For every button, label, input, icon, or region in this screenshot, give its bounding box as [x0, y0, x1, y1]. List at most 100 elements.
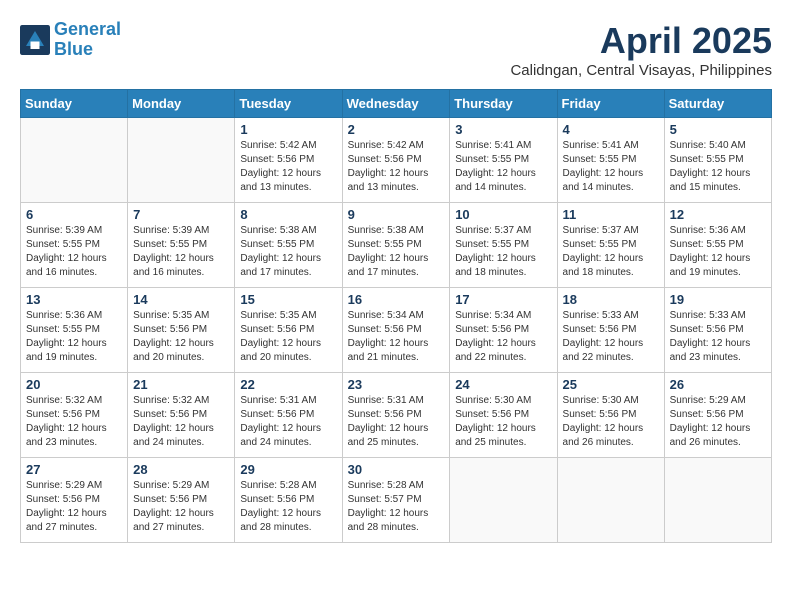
logo-icon	[20, 25, 50, 55]
logo-text: General Blue	[54, 20, 121, 60]
cell-info: Sunrise: 5:35 AMSunset: 5:56 PMDaylight:…	[133, 309, 229, 365]
day-number: 8	[240, 207, 336, 222]
logo-line2: Blue	[54, 39, 93, 59]
cell-info: Sunrise: 5:38 AMSunset: 5:55 PMDaylight:…	[348, 224, 445, 280]
day-number: 6	[26, 207, 122, 222]
cell-info: Sunrise: 5:33 AMSunset: 5:56 PMDaylight:…	[563, 309, 659, 365]
calendar-week-row: 27Sunrise: 5:29 AMSunset: 5:56 PMDayligh…	[21, 458, 772, 543]
calendar-cell: 17 Sunrise: 5:34 AMSunset: 5:56 PMDayligh…	[450, 288, 557, 373]
day-number: 5	[670, 122, 766, 137]
calendar-cell: 19 Sunrise: 5:33 AMSunset: 5:56 PMDayligh…	[664, 288, 771, 373]
calendar-cell: 3 Sunrise: 5:41 AMSunset: 5:55 PMDaylight…	[450, 118, 557, 203]
day-number: 24	[455, 377, 551, 392]
day-number: 4	[563, 122, 659, 137]
weekday-header: Friday	[557, 90, 664, 118]
calendar-cell: 23 Sunrise: 5:31 AMSunset: 5:56 PMDayligh…	[342, 373, 450, 458]
title-section: April 2025 Calidngan, Central Visayas, P…	[510, 20, 772, 79]
calendar-cell: 10Sunrise: 5:37 AMSunset: 5:55 PMDayligh…	[450, 203, 557, 288]
calendar-cell	[557, 458, 664, 543]
cell-info: Sunrise: 5:41 AMSunset: 5:55 PMDaylight:…	[455, 139, 551, 195]
day-number: 22	[240, 377, 336, 392]
cell-info: Sunrise: 5:39 AMSunset: 5:55 PMDaylight:…	[26, 224, 122, 280]
day-number: 28	[133, 462, 229, 477]
day-number: 3	[455, 122, 551, 137]
calendar-cell: 28 Sunrise: 5:29 AMSunset: 5:56 PMDayligh…	[128, 458, 235, 543]
cell-info: Sunrise: 5:30 AMSunset: 5:56 PMDaylight:…	[563, 394, 659, 450]
calendar-cell	[21, 118, 128, 203]
calendar-header-row: SundayMondayTuesdayWednesdayThursdayFrid…	[21, 90, 772, 118]
calendar-cell: 24 Sunrise: 5:30 AMSunset: 5:56 PMDayligh…	[450, 373, 557, 458]
calendar-cell: 11 Sunrise: 5:37 AMSunset: 5:55 PMDayligh…	[557, 203, 664, 288]
day-number: 19	[670, 292, 766, 307]
calendar-cell: 12Sunrise: 5:36 AMSunset: 5:55 PMDayligh…	[664, 203, 771, 288]
day-number: 17	[455, 292, 551, 307]
day-number: 16	[348, 292, 445, 307]
day-number: 11	[563, 207, 659, 222]
weekday-header: Saturday	[664, 90, 771, 118]
cell-info: Sunrise: 5:29 AMSunset: 5:56 PMDaylight:…	[670, 394, 766, 450]
cell-info: Sunrise: 5:42 AMSunset: 5:56 PMDaylight:…	[240, 139, 336, 195]
calendar-week-row: 13 Sunrise: 5:36 AMSunset: 5:55 PMDayligh…	[21, 288, 772, 373]
calendar-cell: 5 Sunrise: 5:40 AMSunset: 5:55 PMDaylight…	[664, 118, 771, 203]
cell-info: Sunrise: 5:40 AMSunset: 5:55 PMDaylight:…	[670, 139, 766, 195]
day-number: 1	[240, 122, 336, 137]
day-number: 18	[563, 292, 659, 307]
cell-info: Sunrise: 5:42 AMSunset: 5:56 PMDaylight:…	[348, 139, 445, 195]
calendar-cell: 8 Sunrise: 5:38 AMSunset: 5:55 PMDaylight…	[235, 203, 342, 288]
day-number: 23	[348, 377, 445, 392]
location-subtitle: Calidngan, Central Visayas, Philippines	[510, 62, 772, 79]
calendar-cell: 21Sunrise: 5:32 AMSunset: 5:56 PMDayligh…	[128, 373, 235, 458]
cell-info: Sunrise: 5:28 AMSunset: 5:57 PMDaylight:…	[348, 479, 445, 535]
cell-info: Sunrise: 5:28 AMSunset: 5:56 PMDaylight:…	[240, 479, 336, 535]
day-number: 20	[26, 377, 122, 392]
day-number: 2	[348, 122, 445, 137]
cell-info: Sunrise: 5:39 AMSunset: 5:55 PMDaylight:…	[133, 224, 229, 280]
day-number: 9	[348, 207, 445, 222]
cell-info: Sunrise: 5:31 AMSunset: 5:56 PMDaylight:…	[348, 394, 445, 450]
day-number: 13	[26, 292, 122, 307]
calendar-cell: 18 Sunrise: 5:33 AMSunset: 5:56 PMDayligh…	[557, 288, 664, 373]
weekday-header: Wednesday	[342, 90, 450, 118]
cell-info: Sunrise: 5:30 AMSunset: 5:56 PMDaylight:…	[455, 394, 551, 450]
cell-info: Sunrise: 5:31 AMSunset: 5:56 PMDaylight:…	[240, 394, 336, 450]
cell-info: Sunrise: 5:35 AMSunset: 5:56 PMDaylight:…	[240, 309, 336, 365]
calendar-cell: 7Sunrise: 5:39 AMSunset: 5:55 PMDaylight…	[128, 203, 235, 288]
calendar-cell: 22 Sunrise: 5:31 AMSunset: 5:56 PMDayligh…	[235, 373, 342, 458]
calendar-cell	[128, 118, 235, 203]
calendar-week-row: 20 Sunrise: 5:32 AMSunset: 5:56 PMDayligh…	[21, 373, 772, 458]
calendar-cell: 26Sunrise: 5:29 AMSunset: 5:56 PMDayligh…	[664, 373, 771, 458]
calendar-week-row: 1 Sunrise: 5:42 AMSunset: 5:56 PMDaylight…	[21, 118, 772, 203]
cell-info: Sunrise: 5:36 AMSunset: 5:55 PMDaylight:…	[670, 224, 766, 280]
weekday-header: Thursday	[450, 90, 557, 118]
day-number: 21	[133, 377, 229, 392]
cell-info: Sunrise: 5:32 AMSunset: 5:56 PMDaylight:…	[26, 394, 122, 450]
month-title: April 2025	[510, 20, 772, 62]
weekday-header: Monday	[128, 90, 235, 118]
weekday-header: Sunday	[21, 90, 128, 118]
cell-info: Sunrise: 5:34 AMSunset: 5:56 PMDaylight:…	[455, 309, 551, 365]
day-number: 15	[240, 292, 336, 307]
calendar: SundayMondayTuesdayWednesdayThursdayFrid…	[20, 89, 772, 543]
calendar-cell: 15 Sunrise: 5:35 AMSunset: 5:56 PMDayligh…	[235, 288, 342, 373]
calendar-cell: 9 Sunrise: 5:38 AMSunset: 5:55 PMDaylight…	[342, 203, 450, 288]
cell-info: Sunrise: 5:37 AMSunset: 5:55 PMDaylight:…	[563, 224, 659, 280]
cell-info: Sunrise: 5:33 AMSunset: 5:56 PMDaylight:…	[670, 309, 766, 365]
weekday-header: Tuesday	[235, 90, 342, 118]
cell-info: Sunrise: 5:29 AMSunset: 5:56 PMDaylight:…	[26, 479, 122, 535]
calendar-cell	[664, 458, 771, 543]
day-number: 25	[563, 377, 659, 392]
calendar-cell: 6 Sunrise: 5:39 AMSunset: 5:55 PMDaylight…	[21, 203, 128, 288]
cell-info: Sunrise: 5:29 AMSunset: 5:56 PMDaylight:…	[133, 479, 229, 535]
day-number: 30	[348, 462, 445, 477]
calendar-cell: 29Sunrise: 5:28 AMSunset: 5:56 PMDayligh…	[235, 458, 342, 543]
day-number: 14	[133, 292, 229, 307]
cell-info: Sunrise: 5:37 AMSunset: 5:55 PMDaylight:…	[455, 224, 551, 280]
calendar-cell: 1 Sunrise: 5:42 AMSunset: 5:56 PMDaylight…	[235, 118, 342, 203]
calendar-cell	[450, 458, 557, 543]
cell-info: Sunrise: 5:36 AMSunset: 5:55 PMDaylight:…	[26, 309, 122, 365]
calendar-cell: 14 Sunrise: 5:35 AMSunset: 5:56 PMDayligh…	[128, 288, 235, 373]
logo: General Blue	[20, 20, 121, 60]
cell-info: Sunrise: 5:38 AMSunset: 5:55 PMDaylight:…	[240, 224, 336, 280]
calendar-cell: 4Sunrise: 5:41 AMSunset: 5:55 PMDaylight…	[557, 118, 664, 203]
cell-info: Sunrise: 5:34 AMSunset: 5:56 PMDaylight:…	[348, 309, 445, 365]
